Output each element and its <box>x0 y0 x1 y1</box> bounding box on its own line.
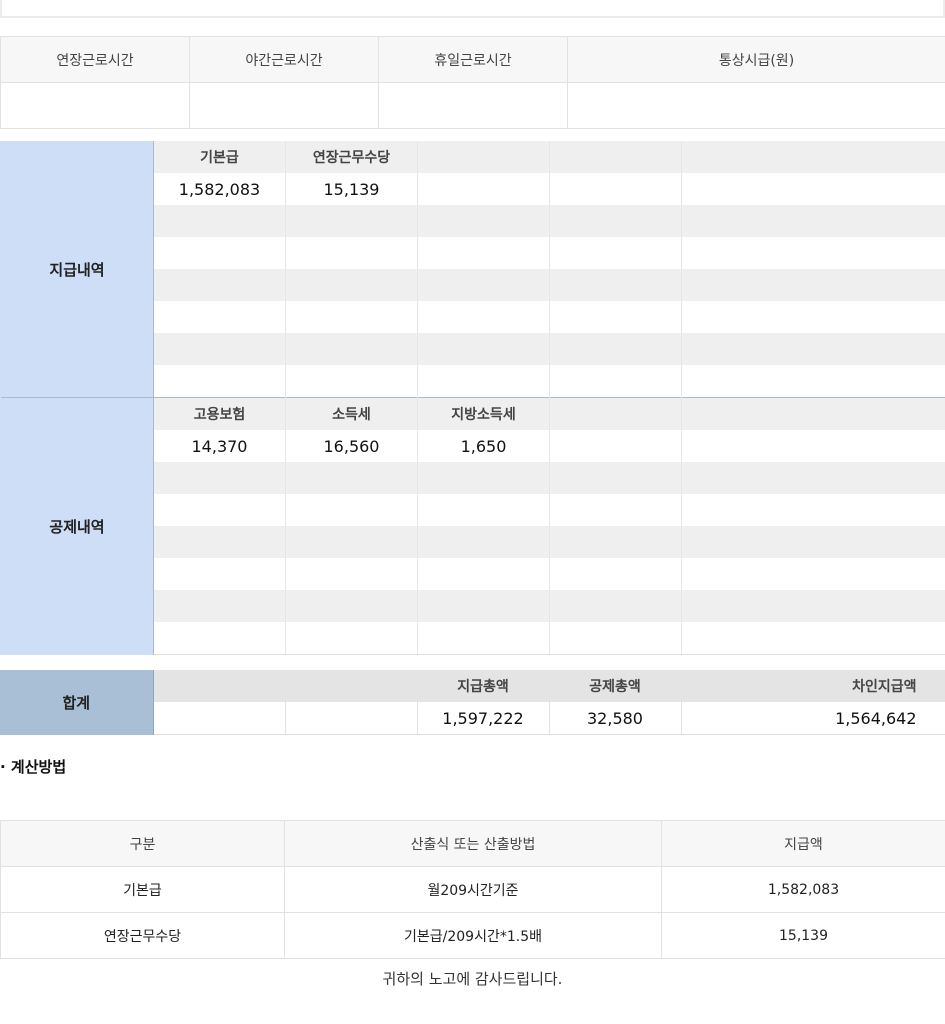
payment-header <box>417 141 550 173</box>
totals-value <box>153 702 286 735</box>
total-deduction-value: 32,580 <box>549 702 682 735</box>
calc-header-formula: 산출식 또는 산출방법 <box>284 820 662 867</box>
totals-header-row: 합계 지급총액 공제총액 차인지급액 <box>0 670 945 735</box>
header-overtime-hours: 연장근로시간 <box>0 36 190 83</box>
deduction-value <box>681 430 945 462</box>
payment-value <box>549 173 682 205</box>
totals-table: 합계 지급총액 공제총액 차인지급액 1,597,222 32,580 1,56… <box>0 670 945 735</box>
payment-header: 연장근무수당 <box>285 141 418 173</box>
totals-section-label: 합계 <box>0 670 154 735</box>
value-night-hours <box>189 82 379 129</box>
totals-header <box>285 670 418 702</box>
calc-header-category: 구분 <box>0 820 285 867</box>
totals-header <box>153 670 286 702</box>
deduction-value <box>549 430 682 462</box>
calc-formula: 월209시간기준 <box>284 866 662 913</box>
totals-value <box>285 702 418 735</box>
pay-detail-table: 지급내역 기본급 연장근무수당 1,582,083 15,139 공제내역 고용… <box>0 141 945 655</box>
payment-value <box>681 173 945 205</box>
payment-value: 15,139 <box>285 173 418 205</box>
deduction-value: 16,560 <box>285 430 418 462</box>
deduction-header: 소득세 <box>285 397 418 430</box>
deduction-header: 고용보험 <box>153 397 286 430</box>
header-holiday-hours: 휴일근로시간 <box>378 36 568 83</box>
header-hourly-wage: 통상시급(원) <box>567 36 945 83</box>
value-holiday-hours <box>378 82 568 129</box>
calculation-method-table: 구분 산출식 또는 산출방법 지급액 기본급 월209시간기준 1,582,08… <box>0 820 945 959</box>
table-row: 연장근무수당 기본급/209시간*1.5배 15,139 <box>0 912 945 959</box>
header-night-hours: 야간근로시간 <box>189 36 379 83</box>
deduction-header <box>549 397 682 430</box>
deductions-section-label: 공제내역 <box>0 397 154 655</box>
calculation-method-title: · 계산방법 <box>0 758 67 776</box>
net-pay-header: 차인지급액 <box>681 670 945 702</box>
calc-amount: 1,582,083 <box>661 866 945 913</box>
deduction-header: 지방소득세 <box>417 397 550 430</box>
payments-section-label: 지급내역 <box>0 141 154 398</box>
total-deduction-header: 공제총액 <box>549 670 682 702</box>
value-overtime-hours <box>0 82 190 129</box>
deduction-header <box>681 397 945 430</box>
work-hours-table: 연장근로시간 야간근로시간 휴일근로시간 통상시급(원) <box>0 36 945 129</box>
top-empty-box <box>0 0 945 18</box>
payment-header <box>549 141 682 173</box>
calc-formula: 기본급/209시간*1.5배 <box>284 912 662 959</box>
calc-category: 연장근무수당 <box>0 912 285 959</box>
net-pay-value: 1,564,642 <box>681 702 945 735</box>
value-hourly-wage <box>567 82 945 129</box>
payment-header <box>681 141 945 173</box>
payment-header-row: 지급내역 기본급 연장근무수당 <box>0 141 945 398</box>
deduction-header-row: 공제내역 고용보험 소득세 지방소득세 <box>0 397 945 655</box>
deduction-value: 1,650 <box>417 430 550 462</box>
payment-value <box>417 173 550 205</box>
calc-category: 기본급 <box>0 866 285 913</box>
deduction-value: 14,370 <box>153 430 286 462</box>
total-payment-value: 1,597,222 <box>417 702 550 735</box>
thank-you-message: 귀하의 노고에 감사드립니다. <box>382 970 563 988</box>
table-row: 기본급 월209시간기준 1,582,083 <box>0 866 945 913</box>
calc-amount: 15,139 <box>661 912 945 959</box>
payment-value: 1,582,083 <box>153 173 286 205</box>
payment-header: 기본급 <box>153 141 286 173</box>
total-payment-header: 지급총액 <box>417 670 550 702</box>
calc-header-amount: 지급액 <box>661 820 945 867</box>
